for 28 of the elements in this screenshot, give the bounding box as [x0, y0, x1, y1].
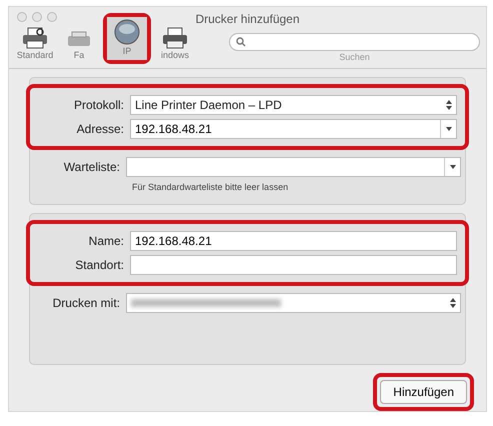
stepper-arrows-icon [450, 298, 456, 308]
field-label: Drucken mit: [52, 294, 121, 312]
add-button[interactable]: Hinzufügen [380, 380, 467, 404]
field-label: Standort: [74, 256, 125, 274]
field-label: Adresse: [76, 121, 125, 138]
search-field[interactable] [229, 32, 480, 50]
field-label: Protokoll: [72, 97, 125, 114]
popup-menu[interactable] [126, 292, 461, 312]
dropdown-arrow-icon [446, 127, 452, 131]
combo-box[interactable] [126, 157, 461, 177]
dropdown-arrow-icon [450, 165, 456, 169]
field-label: Name: [88, 232, 125, 250]
popup-menu[interactable]: Line Printer Daemon – LPD [130, 95, 457, 115]
field-label: Warteliste: [62, 159, 121, 176]
globe-icon [114, 18, 140, 44]
toolbar-tab[interactable]: Standard [15, 24, 55, 64]
combo-box[interactable]: 192.168.48.21 [130, 119, 457, 139]
text-field[interactable] [130, 254, 457, 274]
search-icon [236, 36, 246, 46]
input-field[interactable]: 192.168.48.21 [135, 120, 440, 138]
window-title: Drucker hinzufügen [195, 11, 300, 28]
hint-text: Für Standardwarteliste bitte leer lassen [132, 181, 290, 194]
printer-icon [22, 26, 48, 48]
toolbar-tab[interactable]: indows [155, 24, 195, 64]
stepper-arrows-icon [446, 100, 452, 110]
search-label: Suchen [339, 50, 370, 64]
toolbar-tab[interactable]: Fa [59, 24, 99, 64]
printer-icon [162, 26, 188, 48]
